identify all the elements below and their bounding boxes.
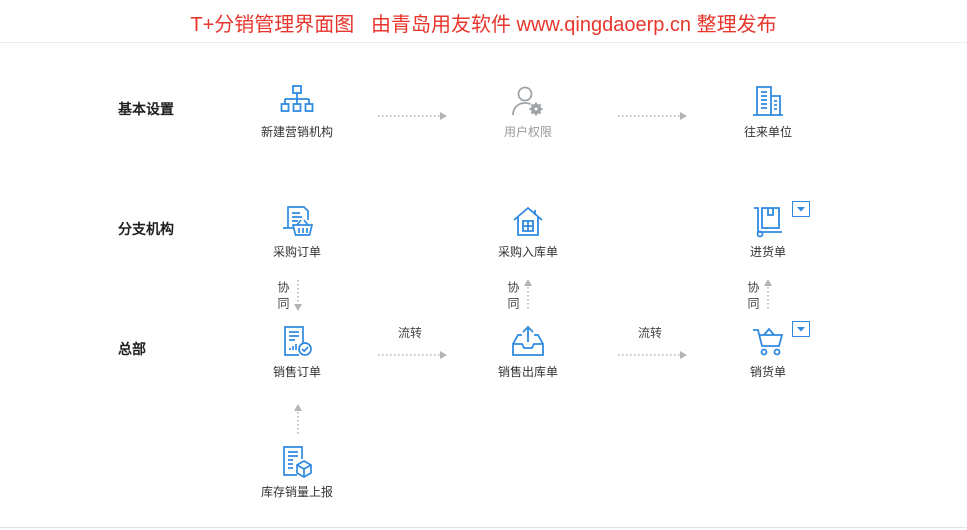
node-label: 往来单位 <box>743 125 792 139</box>
node-label: 销售订单 <box>272 365 321 379</box>
node-purchase-invoice[interactable]: 进货单 <box>708 204 828 260</box>
sync-arrow-up <box>763 279 773 311</box>
order-check-icon <box>280 324 314 358</box>
node-purchase-receipt[interactable]: 采购入库单 <box>468 204 588 260</box>
node-label: 销售出库单 <box>497 365 558 379</box>
flow-arrow-right <box>618 350 688 360</box>
bottom-divider <box>0 527 967 528</box>
lane-label-branch: 分支机构 <box>118 222 174 238</box>
distribution-flow-page: T+分销管理界面图 由青岛用友软件 www.qingdaoerp.cn 整理发布… <box>0 0 967 530</box>
node-label: 进货单 <box>749 245 786 259</box>
building-icon <box>751 84 785 118</box>
lane-label-headquarters: 总部 <box>118 342 146 358</box>
report-arrow-up <box>293 404 303 436</box>
node-purchase-order[interactable]: 采购订单 <box>237 204 357 260</box>
flow-label: 流转 <box>398 326 423 340</box>
node-label: 库存销量上报 <box>260 485 333 499</box>
banner-title: T+分销管理界面图 由青岛用友软件 www.qingdaoerp.cn 整理发布 <box>190 14 777 36</box>
node-label: 采购入库单 <box>497 245 558 259</box>
caret-down-icon <box>793 202 809 216</box>
sales-invoice-dropdown-button[interactable] <box>792 321 810 337</box>
sync-arrow-up <box>523 279 533 311</box>
node-user-permissions[interactable]: 用户权限 <box>468 84 588 140</box>
purchase-invoice-dropdown-button[interactable] <box>792 201 810 217</box>
flow-label: 流转 <box>638 326 663 340</box>
node-sales-order[interactable]: 销售订单 <box>237 324 357 380</box>
purchase-basket-icon <box>280 204 314 238</box>
node-label: 采购订单 <box>272 245 321 259</box>
top-divider <box>0 42 967 43</box>
node-inventory-report[interactable]: 库存销量上报 <box>237 444 357 500</box>
sync-label: 协同 <box>276 281 290 313</box>
caret-down-icon <box>793 322 809 336</box>
flow-arrow-right <box>378 350 448 360</box>
node-label: 销货单 <box>749 365 786 379</box>
node-sales-invoice[interactable]: 销货单 <box>708 324 828 380</box>
node-new-sales-org[interactable]: 新建营销机构 <box>237 84 357 140</box>
node-partners[interactable]: 往来单位 <box>708 84 828 140</box>
inventory-report-icon <box>280 444 314 478</box>
hand-truck-icon <box>751 204 785 238</box>
tray-out-icon <box>511 324 545 358</box>
node-sales-delivery[interactable]: 销售出库单 <box>468 324 588 380</box>
warehouse-icon <box>511 204 545 238</box>
flow-arrow-right <box>378 111 448 121</box>
org-chart-icon <box>280 84 314 118</box>
sync-label: 协同 <box>506 281 520 313</box>
cart-icon <box>751 324 785 358</box>
flow-arrow-right <box>618 111 688 121</box>
lane-label-basic-settings: 基本设置 <box>118 102 174 118</box>
user-gear-icon <box>511 84 545 118</box>
sync-arrow-down <box>293 280 303 312</box>
sync-label: 协同 <box>746 281 760 313</box>
node-label: 新建营销机构 <box>260 125 333 139</box>
node-label: 用户权限 <box>503 125 552 139</box>
